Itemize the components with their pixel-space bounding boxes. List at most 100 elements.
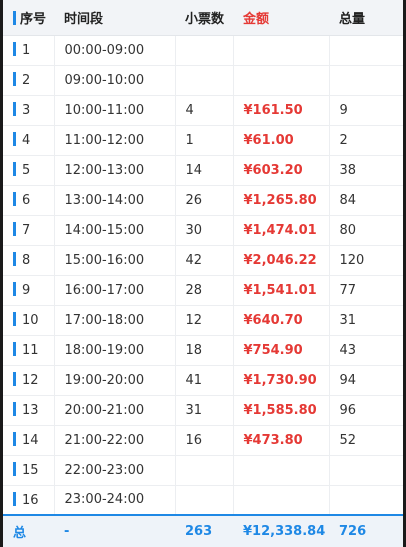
summary-row: 总 - 263 ¥12,338.84 726 bbox=[3, 514, 403, 547]
row-index: 4 bbox=[22, 133, 31, 148]
header-index[interactable]: 序号 bbox=[3, 0, 54, 36]
summary-amount: ¥12,338.84 bbox=[243, 524, 326, 539]
table-row[interactable]: 8 15:00-16:00 42 ¥2,046.22 120 bbox=[3, 245, 403, 276]
row-time-slot: 18:00-19:00 bbox=[64, 342, 145, 358]
row-index-cell: 2 bbox=[3, 65, 55, 96]
row-amount-cell: ¥1,265.80 bbox=[233, 185, 330, 216]
row-time-slot: 00:00-09:00 bbox=[64, 42, 145, 58]
row-index-cell: 12 bbox=[3, 365, 55, 396]
row-amount-cell: ¥1,585.80 bbox=[233, 395, 330, 426]
table-row[interactable]: 14 21:00-22:00 16 ¥473.80 52 bbox=[3, 425, 403, 456]
row-index: 5 bbox=[22, 163, 31, 178]
row-amount-cell: ¥754.90 bbox=[233, 335, 330, 366]
row-time-slot: 21:00-22:00 bbox=[64, 432, 145, 448]
row-tickets-cell: 28 bbox=[175, 275, 234, 306]
table-row[interactable]: 6 13:00-14:00 26 ¥1,265.80 84 bbox=[3, 185, 403, 216]
table-row[interactable]: 4 11:00-12:00 1 ¥61.00 2 bbox=[3, 125, 403, 156]
header-total[interactable]: 总量 bbox=[329, 0, 403, 36]
row-amount: ¥473.80 bbox=[243, 432, 303, 448]
row-amount: ¥2,046.22 bbox=[243, 252, 317, 268]
row-amount-cell bbox=[233, 65, 330, 96]
row-index-cell: 8 bbox=[3, 245, 55, 276]
row-tickets: 4 bbox=[185, 102, 194, 118]
header-amount[interactable]: 金额 bbox=[233, 0, 329, 36]
row-time-slot-cell: 10:00-11:00 bbox=[54, 95, 176, 126]
row-amount: ¥603.20 bbox=[243, 162, 303, 178]
row-total-cell bbox=[329, 485, 403, 516]
row-amount-cell: ¥473.80 bbox=[233, 425, 330, 456]
table-row[interactable]: 7 14:00-15:00 30 ¥1,474.01 80 bbox=[3, 215, 403, 246]
summary-tickets-cell: 263 bbox=[175, 514, 233, 547]
table-row[interactable]: 10 17:00-18:00 12 ¥640.70 31 bbox=[3, 305, 403, 336]
table-row[interactable]: 13 20:00-21:00 31 ¥1,585.80 96 bbox=[3, 395, 403, 426]
row-total-cell: 31 bbox=[329, 305, 403, 336]
row-time-slot: 20:00-21:00 bbox=[64, 402, 145, 418]
row-time-slot: 12:00-13:00 bbox=[64, 162, 145, 178]
summary-amount-cell: ¥12,338.84 bbox=[233, 514, 329, 547]
row-total: 94 bbox=[339, 372, 357, 388]
row-total: 43 bbox=[339, 342, 357, 358]
row-total-cell: 96 bbox=[329, 395, 403, 426]
row-tickets: 30 bbox=[185, 222, 203, 238]
row-time-slot-cell: 18:00-19:00 bbox=[54, 335, 176, 366]
row-time-slot-cell: 20:00-21:00 bbox=[54, 395, 176, 426]
header-marker-bar bbox=[13, 10, 16, 25]
row-index: 8 bbox=[22, 253, 31, 268]
table-row[interactable]: 16 23:00-24:00 bbox=[3, 485, 403, 516]
row-time-slot-cell: 15:00-16:00 bbox=[54, 245, 176, 276]
table-row[interactable]: 5 12:00-13:00 14 ¥603.20 38 bbox=[3, 155, 403, 186]
row-marker-bar bbox=[13, 132, 16, 146]
row-marker-bar bbox=[13, 42, 16, 56]
row-tickets-cell: 12 bbox=[175, 305, 234, 336]
row-index: 13 bbox=[22, 403, 39, 418]
row-index: 16 bbox=[22, 492, 39, 508]
row-tickets-cell: 30 bbox=[175, 215, 234, 246]
row-tickets: 41 bbox=[185, 372, 203, 388]
row-marker-bar bbox=[13, 222, 16, 236]
table-header: 序号 时间段 小票数 金额 总量 bbox=[3, 0, 403, 36]
row-amount-cell: ¥1,730.90 bbox=[233, 365, 330, 396]
table-footer: 总 - 263 ¥12,338.84 726 bbox=[3, 514, 403, 547]
row-total-cell: 9 bbox=[329, 95, 403, 126]
row-amount-cell bbox=[233, 485, 330, 516]
row-tickets-cell bbox=[175, 65, 234, 96]
row-marker-bar bbox=[13, 162, 16, 176]
summary-index: 总 bbox=[13, 526, 27, 541]
row-index: 1 bbox=[22, 43, 31, 58]
table-row[interactable]: 3 10:00-11:00 4 ¥161.50 9 bbox=[3, 95, 403, 126]
row-total: 96 bbox=[339, 402, 357, 418]
row-time-slot: 10:00-11:00 bbox=[64, 102, 145, 118]
header-total-label: 总量 bbox=[339, 11, 366, 27]
row-total: 84 bbox=[339, 192, 357, 208]
header-time-slot[interactable]: 时间段 bbox=[54, 0, 175, 36]
row-marker-bar bbox=[13, 372, 16, 386]
table-row[interactable]: 2 09:00-10:00 bbox=[3, 65, 403, 96]
row-index: 9 bbox=[22, 283, 31, 298]
table-row[interactable]: 15 22:00-23:00 bbox=[3, 455, 403, 486]
row-tickets: 18 bbox=[185, 342, 203, 358]
row-tickets-cell: 1 bbox=[175, 125, 234, 156]
table-row[interactable]: 12 19:00-20:00 41 ¥1,730.90 94 bbox=[3, 365, 403, 396]
table-row[interactable]: 1 00:00-09:00 bbox=[3, 35, 403, 66]
table-row[interactable]: 9 16:00-17:00 28 ¥1,541.01 77 bbox=[3, 275, 403, 306]
row-tickets-cell bbox=[175, 455, 234, 486]
row-total: 2 bbox=[339, 132, 348, 148]
row-marker-bar bbox=[13, 432, 16, 446]
row-time-slot: 14:00-15:00 bbox=[64, 222, 145, 238]
summary-time-slot-cell: - bbox=[54, 514, 175, 547]
row-tickets: 1 bbox=[185, 132, 194, 148]
row-index: 6 bbox=[22, 193, 31, 208]
row-index-cell: 6 bbox=[3, 185, 55, 216]
summary-tickets: 263 bbox=[185, 524, 213, 539]
row-tickets-cell: 14 bbox=[175, 155, 234, 186]
row-tickets: 28 bbox=[185, 282, 203, 298]
table-row[interactable]: 11 18:00-19:00 18 ¥754.90 43 bbox=[3, 335, 403, 366]
row-amount-cell: ¥1,474.01 bbox=[233, 215, 330, 246]
row-tickets: 26 bbox=[185, 192, 203, 208]
header-tickets[interactable]: 小票数 bbox=[175, 0, 233, 36]
row-amount-cell: ¥640.70 bbox=[233, 305, 330, 336]
row-time-slot-cell: 12:00-13:00 bbox=[54, 155, 176, 186]
row-tickets-cell: 16 bbox=[175, 425, 234, 456]
row-total-cell: 94 bbox=[329, 365, 403, 396]
row-index: 12 bbox=[22, 373, 39, 388]
